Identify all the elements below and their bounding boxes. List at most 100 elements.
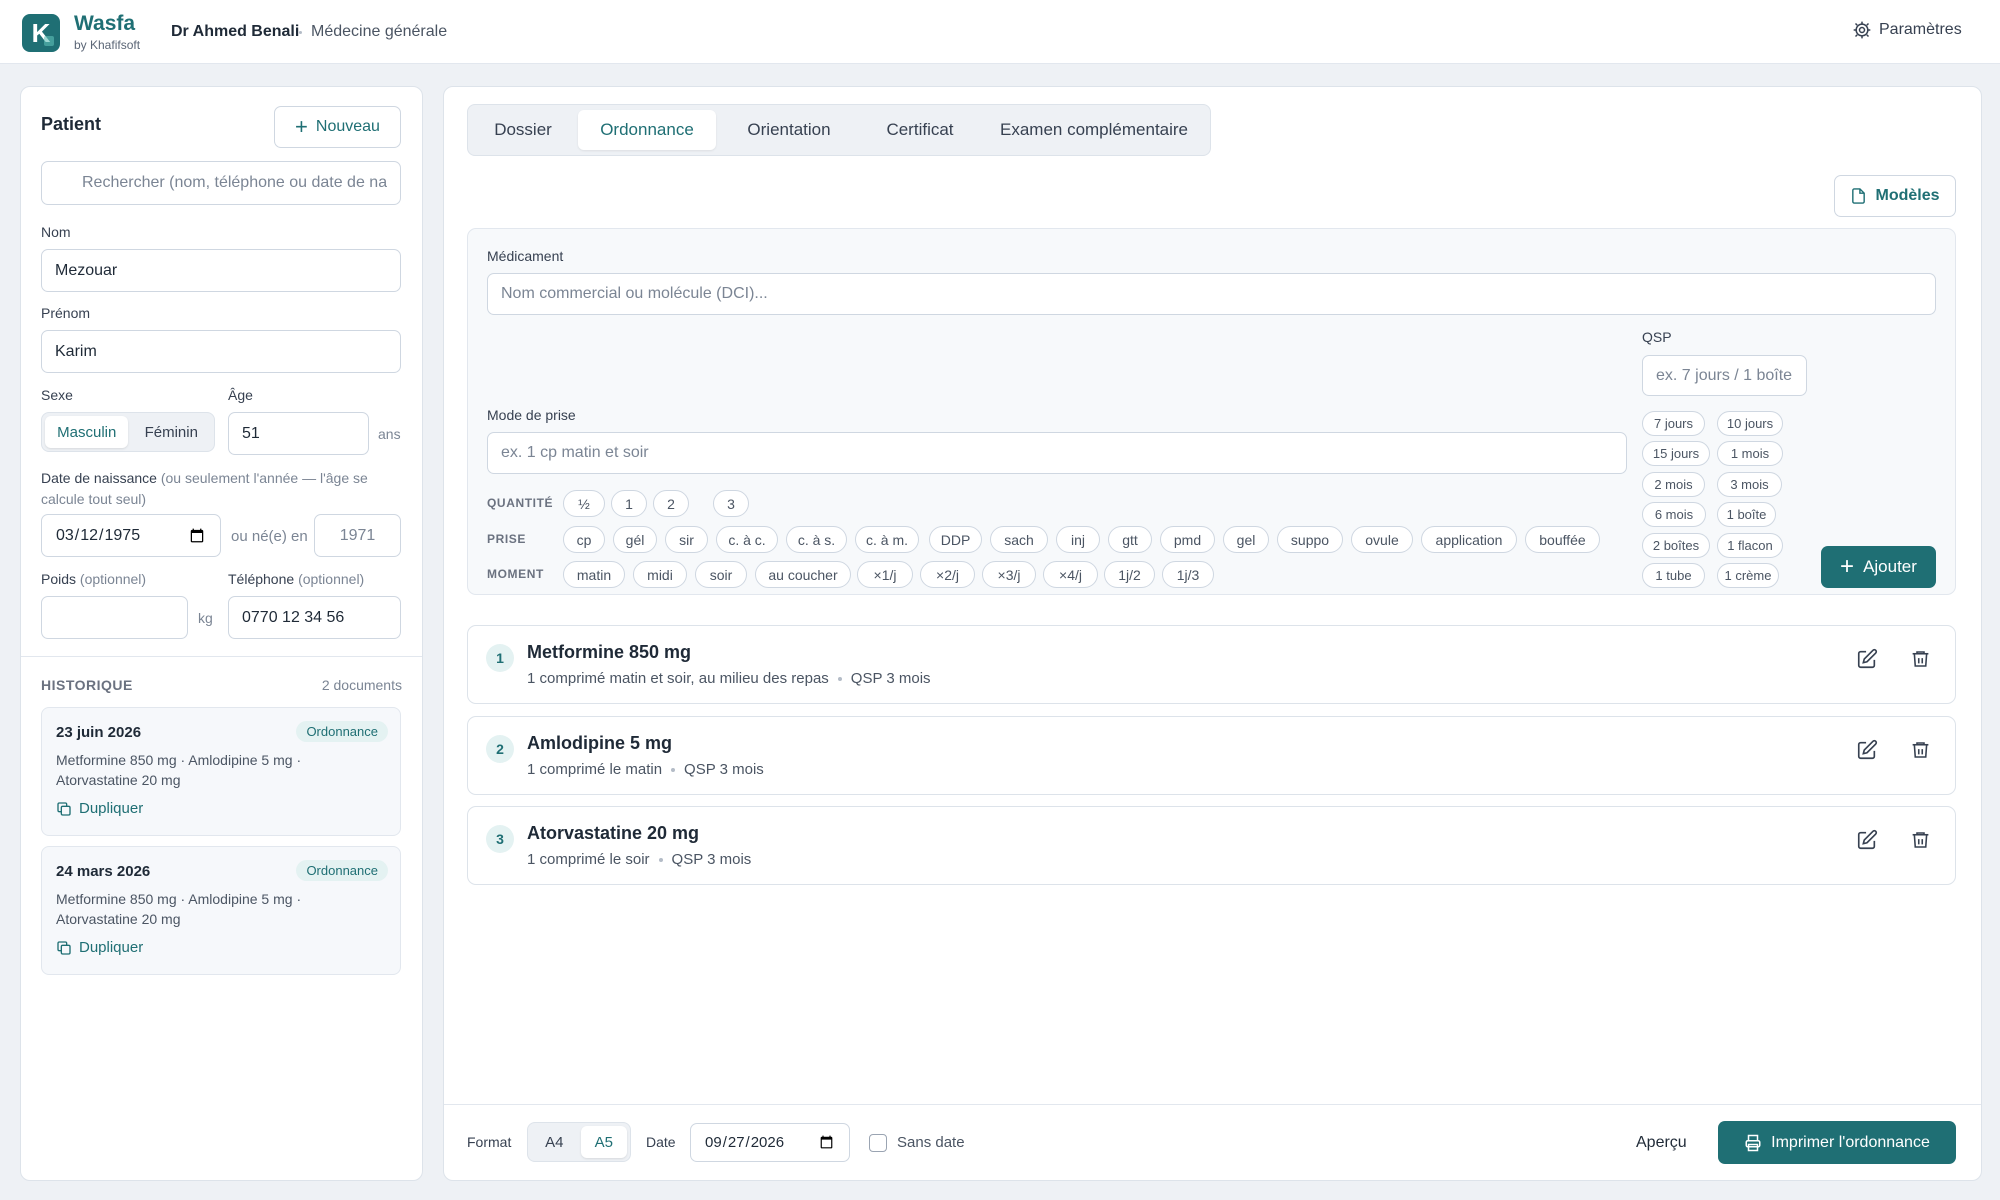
qsp-chip[interactable]: 2 mois — [1642, 472, 1705, 497]
qsp-chip[interactable]: 2 boîtes — [1642, 533, 1710, 558]
medicament-input[interactable] — [487, 273, 1936, 315]
new-patient-label: Nouveau — [315, 118, 380, 135]
date-field[interactable] — [690, 1123, 850, 1162]
moment-label: MOMENT — [487, 567, 544, 581]
moment-chip[interactable]: matin — [563, 561, 625, 588]
moment-chip[interactable]: ×3/j — [982, 561, 1036, 588]
sexe-masculin[interactable]: Masculin — [45, 416, 129, 448]
tab-ordonnance[interactable]: Ordonnance — [578, 110, 716, 150]
trash-icon[interactable] — [1910, 648, 1931, 670]
prise-chip[interactable]: gtt — [1108, 526, 1152, 553]
format-a4[interactable]: A4 — [531, 1126, 578, 1158]
prescription-row[interactable]: 3 Atorvastatine 20 mg 1 comprimé le soir QS… — [467, 806, 1956, 885]
age-field[interactable] — [228, 412, 369, 455]
new-patient-button[interactable]: + Nouveau — [274, 106, 401, 148]
tab-examen[interactable]: Examen complémentaire — [983, 110, 1205, 150]
quantite-label: QUANTITÉ — [487, 496, 554, 510]
qsp-chip[interactable]: 3 mois — [1717, 472, 1782, 497]
sexe-label: Sexe — [41, 387, 73, 403]
prescription-row[interactable]: 1 Metformine 850 mg 1 comprimé matin et so… — [467, 625, 1956, 704]
history-card[interactable]: 23 juin 2026 Ordonnance Metformine 850 m… — [41, 707, 401, 836]
trash-icon[interactable] — [1910, 829, 1931, 851]
preview-button[interactable]: Aperçu — [1636, 1134, 1687, 1152]
age-label: Âge — [228, 387, 253, 403]
format-a5[interactable]: A5 — [580, 1126, 627, 1158]
birth-year-field[interactable] — [314, 514, 401, 557]
prise-chip[interactable]: c. à m. — [855, 526, 919, 553]
prise-chip[interactable]: DDP — [929, 526, 982, 553]
patient-title: Patient — [41, 114, 102, 134]
poids-field[interactable] — [41, 596, 188, 639]
qsp-chip[interactable]: 1 boîte — [1717, 502, 1776, 527]
qsp-chip[interactable]: 1 tube — [1642, 563, 1705, 588]
tab-orientation[interactable]: Orientation — [721, 110, 857, 150]
mode-input[interactable] — [487, 432, 1627, 474]
medication-details: 1 comprimé matin et soir, au milieu des … — [527, 670, 931, 687]
edit-icon[interactable] — [1856, 829, 1878, 851]
quantite-chip[interactable]: 2 — [653, 490, 689, 517]
prise-chip[interactable]: c. à c. — [716, 526, 778, 553]
prescription-row[interactable]: 2 Amlodipine 5 mg 1 comprimé le matin QSP 3… — [467, 716, 1956, 795]
prenom-field[interactable] — [41, 330, 401, 373]
qsp-chip[interactable]: 1 crème — [1717, 563, 1779, 588]
search-input[interactable] — [41, 161, 401, 205]
prise-chip[interactable]: application — [1421, 526, 1517, 553]
ou-ne-label: ou né(e) en — [231, 528, 308, 545]
prise-chip[interactable]: inj — [1056, 526, 1100, 553]
moment-chip[interactable]: ×4/j — [1043, 561, 1098, 588]
moment-chip[interactable]: 1j/3 — [1162, 561, 1214, 588]
qsp-chip[interactable]: 1 flacon — [1717, 533, 1783, 558]
sans-date-checkbox[interactable] — [869, 1134, 887, 1152]
quantite-chip[interactable]: 1 — [611, 490, 647, 517]
tab-certificat[interactable]: Certificat — [862, 110, 978, 150]
moment-chip[interactable]: soir — [695, 561, 747, 588]
dob-field[interactable] — [41, 514, 221, 557]
settings-button[interactable]: Paramètres — [1852, 20, 1962, 40]
edit-icon[interactable] — [1856, 648, 1878, 670]
prise-chip[interactable]: cp — [563, 526, 605, 553]
moment-chip[interactable]: midi — [633, 561, 687, 588]
telephone-field[interactable] — [228, 596, 401, 639]
qsp-chip[interactable]: 1 mois — [1717, 441, 1783, 466]
quantite-chip[interactable]: 3 — [713, 490, 749, 517]
medication-name: Metformine 850 mg — [527, 642, 692, 662]
qsp-chip[interactable]: 6 mois — [1642, 502, 1706, 527]
prise-chip[interactable]: sach — [990, 526, 1048, 553]
nom-field[interactable] — [41, 249, 401, 292]
qsp-chip[interactable]: 7 jours — [1642, 411, 1705, 436]
prise-chip[interactable]: c. à s. — [786, 526, 847, 553]
duplicate-button[interactable]: Dupliquer — [56, 939, 143, 956]
footer-divider — [444, 1104, 1981, 1105]
prise-chip[interactable]: gél — [613, 526, 657, 553]
qsp-chip[interactable]: 10 jours — [1717, 411, 1783, 436]
prise-chip[interactable]: bouffée — [1525, 526, 1600, 553]
moment-chip[interactable]: 1j/2 — [1104, 561, 1155, 588]
poids-label-text: Poids — [41, 571, 77, 587]
qsp-input[interactable] — [1642, 355, 1807, 396]
prise-chip[interactable]: ovule — [1351, 526, 1413, 553]
moment-chip[interactable]: ×2/j — [920, 561, 975, 588]
history-card[interactable]: 24 mars 2026 Ordonnance Metformine 850 m… — [41, 846, 401, 975]
prise-chip[interactable]: suppo — [1277, 526, 1343, 553]
tel-label-text: Téléphone — [228, 571, 295, 587]
document-type-badge: Ordonnance — [296, 721, 388, 742]
sexe-feminin[interactable]: Féminin — [131, 416, 211, 448]
prise-chip[interactable]: pmd — [1160, 526, 1215, 553]
moment-chip[interactable]: au coucher — [755, 561, 851, 588]
quantite-chip[interactable]: ½ — [563, 490, 605, 517]
moment-chip[interactable]: ×1/j — [857, 561, 913, 588]
templates-button[interactable]: Modèles — [1834, 175, 1956, 217]
trash-icon[interactable] — [1910, 739, 1931, 761]
prise-chip[interactable]: gel — [1223, 526, 1269, 553]
print-button[interactable]: Imprimer l'ordonnance — [1718, 1121, 1956, 1164]
qsp-chip[interactable]: 15 jours — [1642, 441, 1710, 466]
tab-dossier[interactable]: Dossier — [473, 110, 573, 150]
duplicate-button[interactable]: Dupliquer — [56, 800, 143, 817]
print-label: Imprimer l'ordonnance — [1771, 1133, 1930, 1151]
top-bar: K Wasfa by Khafifsoft Dr Ahmed Benali Mé… — [0, 0, 2000, 64]
nom-label: Nom — [41, 224, 71, 240]
edit-icon[interactable] — [1856, 739, 1878, 761]
tel-hint: (optionnel) — [298, 571, 365, 587]
add-medication-button[interactable]: + Ajouter — [1821, 546, 1936, 588]
prise-chip[interactable]: sir — [665, 526, 708, 553]
